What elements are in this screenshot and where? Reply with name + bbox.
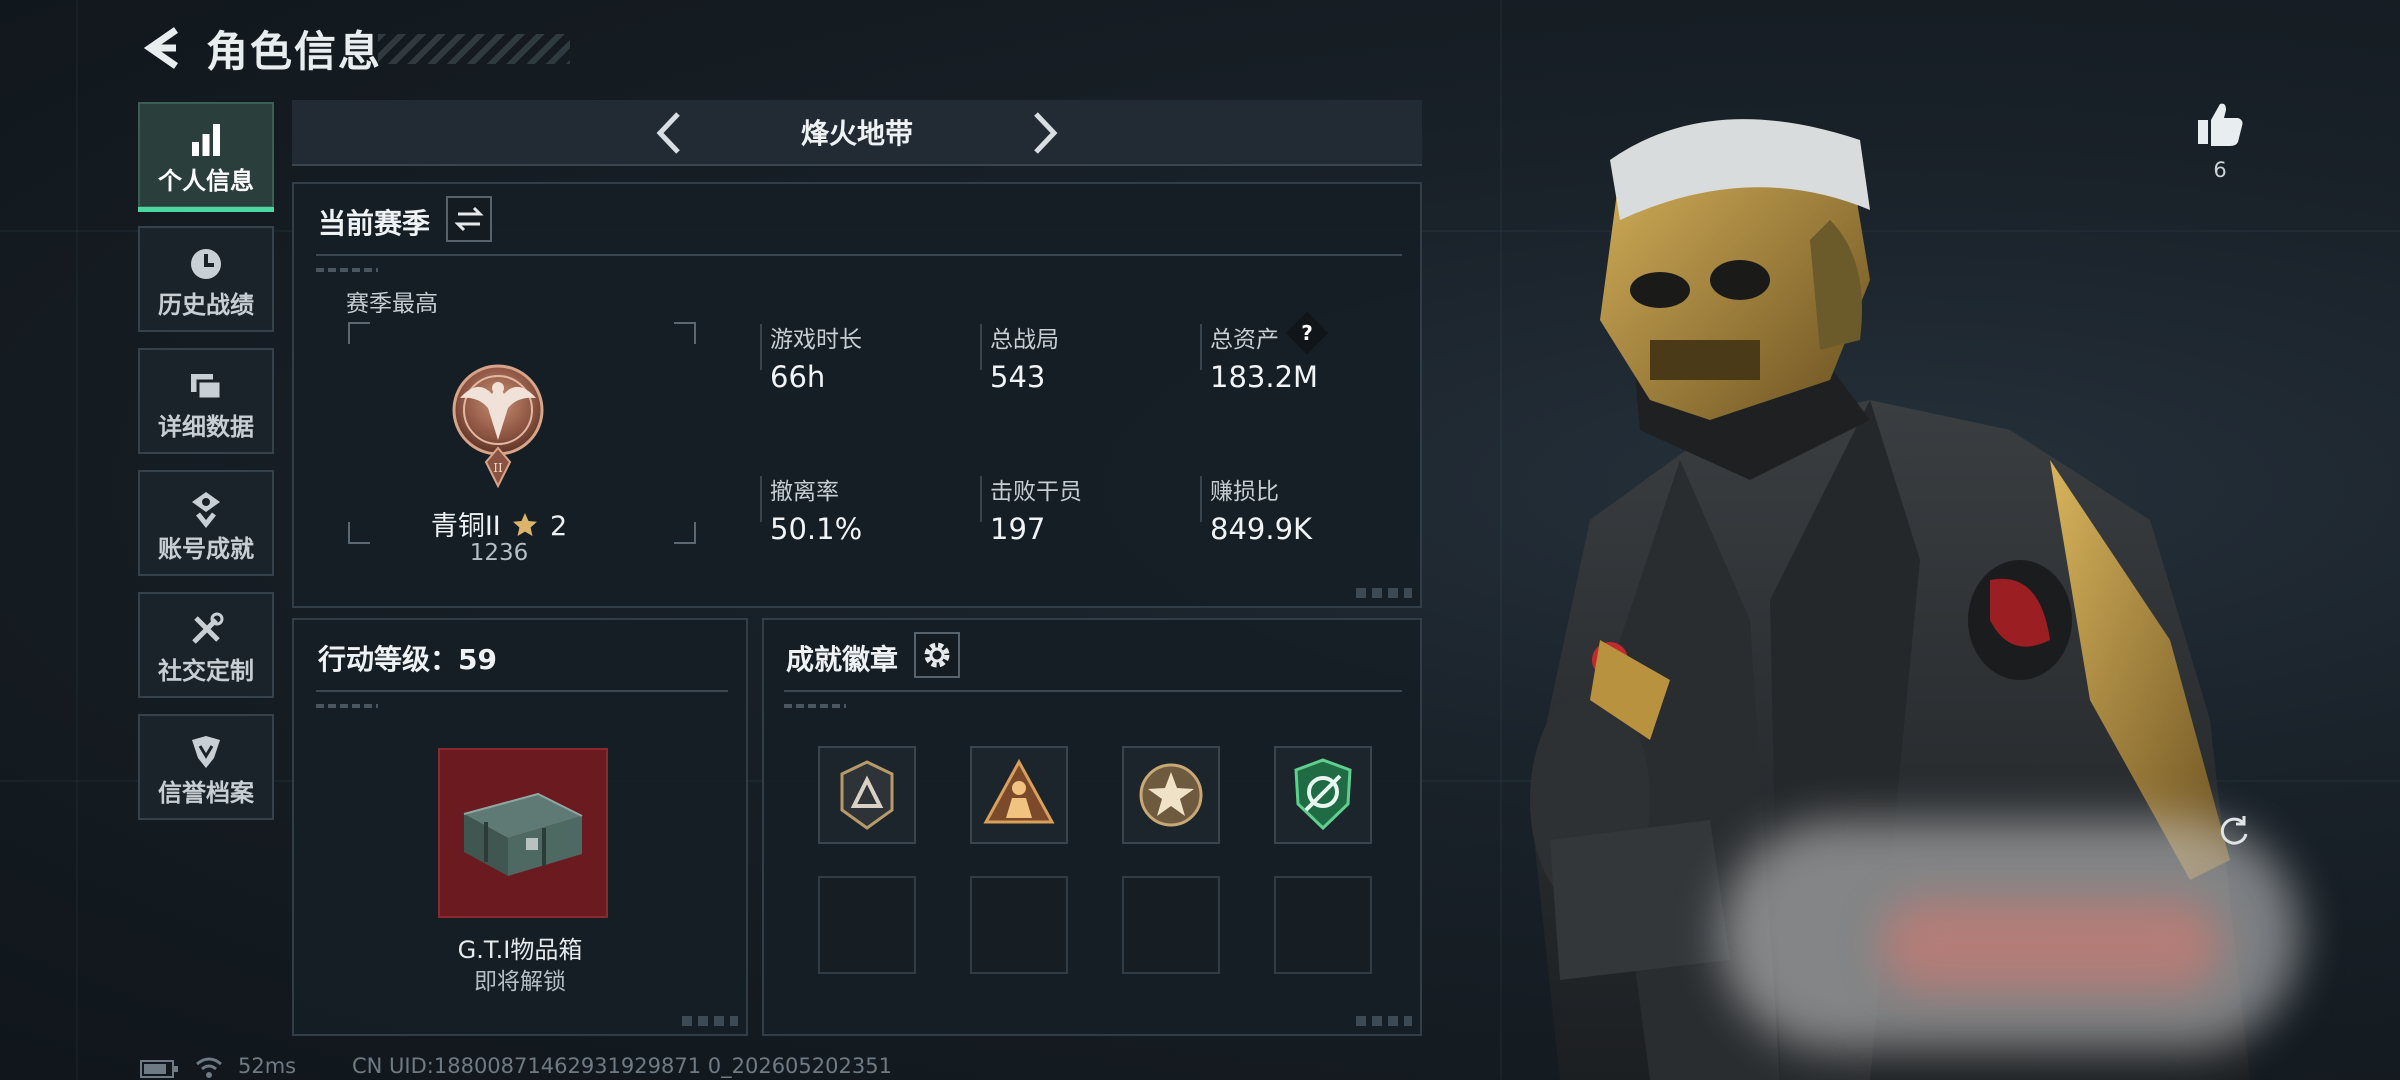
rank-name: 青铜II: [430, 511, 501, 542]
sidebar-item-label: 社交定制: [158, 657, 254, 685]
stat-kills-label: 击败干员: [990, 479, 1082, 505]
season-title: 当前赛季: [318, 207, 431, 240]
like-button[interactable]: [2192, 96, 2248, 152]
thumbs-up-icon: [2198, 103, 2243, 146]
gear-icon: [924, 642, 950, 668]
title-decoration: [378, 34, 570, 64]
stat-total-assets-value: 183.2M: [1210, 360, 1319, 394]
sidebar-item-achievements[interactable]: 账号成就: [138, 470, 274, 576]
sidebar-item-label: 详细数据: [158, 413, 254, 441]
rotate-icon[interactable]: [2214, 810, 2254, 850]
badge-slot-2[interactable]: [970, 746, 1068, 844]
stat-play-time-value: 66h: [770, 360, 826, 394]
sidebar-item-label: 历史战绩: [158, 291, 254, 319]
badge-slot-5[interactable]: [818, 876, 916, 974]
stat-total-matches-value: 543: [990, 360, 1046, 394]
sidebar-item-social-custom[interactable]: 社交定制: [138, 592, 274, 698]
item-box-icon: [463, 792, 583, 876]
badges-settings-button[interactable]: [914, 632, 960, 678]
soldier-badge-icon: [983, 758, 1055, 824]
shield-icon: [192, 736, 220, 768]
reward-item-name: G.T.I物品箱: [457, 936, 583, 964]
rank-label: 青铜II 2: [354, 504, 644, 543]
stat-total-matches-label: 总战局: [990, 327, 1059, 353]
swap-icon: [454, 206, 484, 232]
badge-slot-7[interactable]: [1122, 876, 1220, 974]
stat-profit-ratio-label: 赚损比: [1210, 479, 1279, 505]
page-title: 角色信息: [206, 27, 383, 76]
uid-text: CN UID:18800871462931929871 0_2026052023…: [352, 1054, 892, 1078]
green-shield-badge-icon: [1294, 758, 1352, 831]
stat-play-time-label: 游戏时长: [770, 327, 862, 353]
badge-slot-8[interactable]: [1274, 876, 1372, 974]
badge-slot-1[interactable]: [818, 746, 916, 844]
action-level-panel: 行动等级：59 G.T.I物品箱 即将解锁: [292, 618, 748, 1036]
action-level-title: 行动等级：59: [318, 643, 497, 676]
wifi-icon: [196, 1057, 222, 1078]
season-panel: 当前赛季 赛季最高 II 青铜II 2 1236 游戏时长 66h 总战局 54…: [292, 182, 1422, 608]
sidebar-item-history[interactable]: 历史战绩: [138, 226, 274, 332]
sidebar-item-label: 信誉档案: [158, 779, 254, 807]
bar-chart-icon: [192, 124, 220, 156]
badge-slot-3[interactable]: [1122, 746, 1220, 844]
cards-icon: [191, 374, 223, 401]
star-icon: [513, 513, 538, 536]
stat-profit-ratio-value: 849.9K: [1210, 512, 1313, 546]
ping-text: 52ms: [238, 1054, 297, 1078]
sidebar-item-label: 个人信息: [158, 167, 254, 195]
star-badge-icon: [1139, 763, 1203, 827]
tools-icon: [192, 612, 224, 644]
like-count: 6: [2213, 158, 2227, 182]
back-button[interactable]: [136, 20, 192, 76]
reward-item-status: 即将解锁: [474, 969, 566, 995]
stat-extract-rate-value: 50.1%: [770, 512, 863, 546]
sidebar-item-detailed-data[interactable]: 详细数据: [138, 348, 274, 454]
badge-slot-4[interactable]: [1274, 746, 1372, 844]
triangle-badge-icon: [840, 760, 894, 830]
stat-total-assets-label: 总资产: [1210, 327, 1279, 353]
season-peak-label: 赛季最高: [346, 291, 438, 317]
mode-name: 烽火地带: [800, 117, 913, 150]
svg-text:II: II: [493, 461, 503, 475]
badge-slot-6[interactable]: [970, 876, 1068, 974]
mode-selector: 烽火地带: [292, 100, 1422, 166]
season-switch-button[interactable]: [446, 196, 492, 242]
stat-extract-rate-label: 撤离率: [770, 479, 839, 505]
reward-item-card[interactable]: [438, 748, 608, 918]
rank-stars: 2: [549, 511, 568, 542]
back-arrow-icon: [143, 27, 178, 69]
mode-next-button[interactable]: [1020, 108, 1068, 158]
stat-kills-value: 197: [990, 512, 1046, 546]
clock-icon: [191, 249, 221, 279]
chevron-right-icon: [1034, 112, 1058, 154]
badges-panel: 成就徽章: [762, 618, 1422, 1036]
bronze-rank-emblem-icon: II: [452, 364, 544, 489]
battery-icon: [140, 1060, 178, 1078]
sidebar-item-credit-record[interactable]: 信誉档案: [138, 714, 274, 820]
sidebar-item-personal-info[interactable]: 个人信息: [138, 102, 274, 212]
rank-score: 1236: [469, 540, 529, 566]
blurred-name-tag: [1880, 900, 2220, 990]
sidebar-item-label: 账号成就: [158, 535, 254, 563]
badges-title: 成就徽章: [786, 643, 899, 676]
assets-help-button[interactable]: [1285, 311, 1329, 355]
medal-icon: [192, 492, 220, 528]
